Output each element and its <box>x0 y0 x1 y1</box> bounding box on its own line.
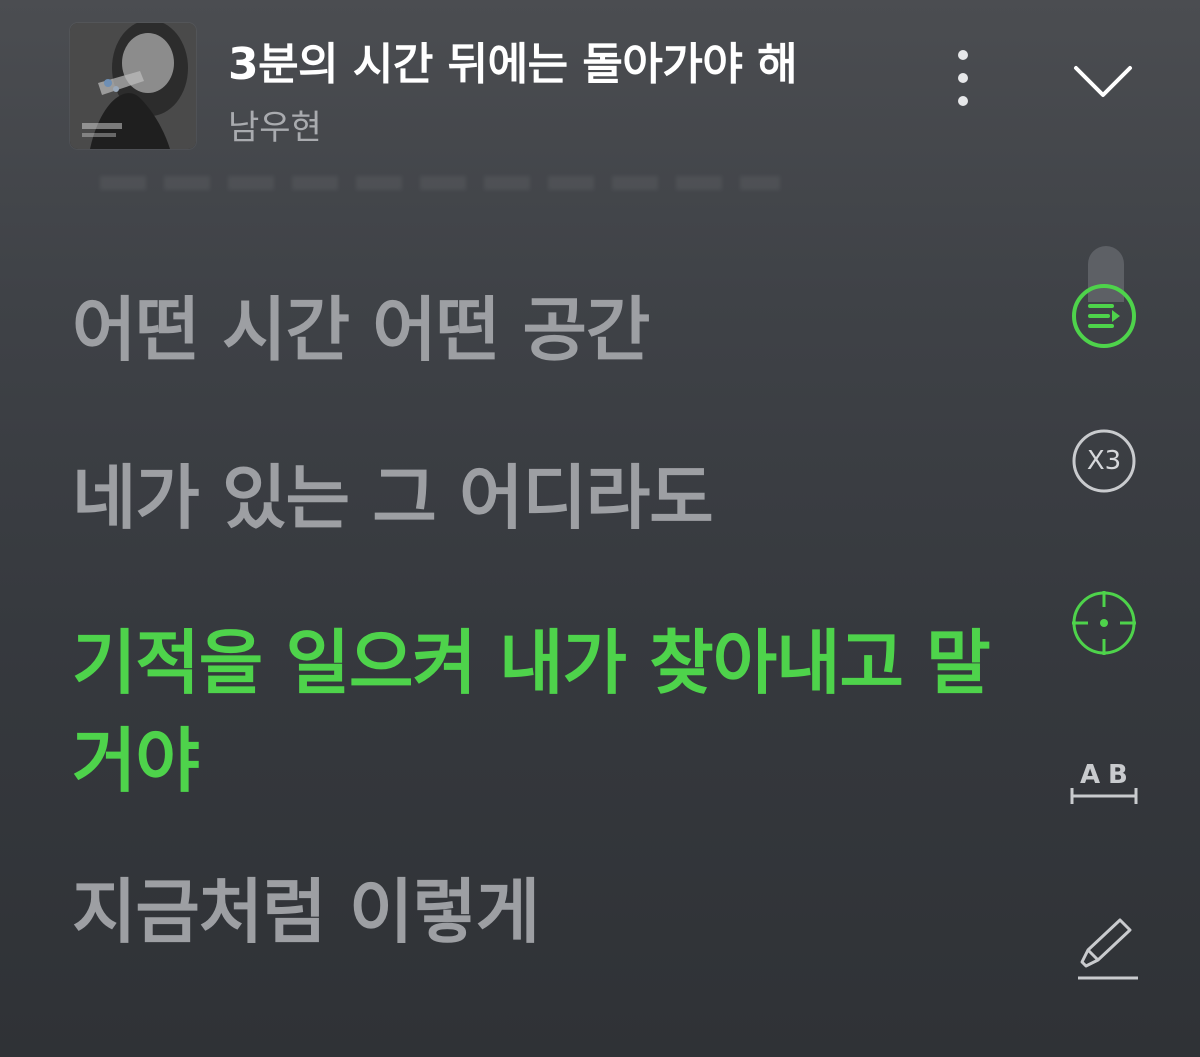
close-lyrics-button[interactable] <box>1068 50 1138 110</box>
album-art-image <box>70 23 196 149</box>
lyric-line[interactable]: 어떤 시간 어떤 공간 <box>72 284 992 376</box>
ab-repeat-icon <box>1070 788 1138 804</box>
album-art[interactable] <box>70 23 196 149</box>
lyrics-list: 어떤 시간 어떤 공간 네가 있는 그 어디라도 기적을 일으켜 내가 찾아내고… <box>72 284 992 958</box>
edit-lyrics-button[interactable] <box>1068 912 1140 984</box>
artist-name[interactable]: 남우현 <box>228 100 322 149</box>
playlist-button[interactable] <box>1068 280 1140 352</box>
lyric-line-active[interactable]: 기적을 일으켜 내가 찾아내고 말 거야 <box>72 614 992 810</box>
more-options-button[interactable] <box>940 45 986 111</box>
crosshair-icon <box>1072 591 1136 655</box>
playlist-play-icon <box>1072 284 1136 348</box>
previous-lyric-faded <box>100 176 780 190</box>
vertical-dots-icon <box>958 50 968 106</box>
ab-label-b: B <box>1108 760 1128 790</box>
lyric-line[interactable]: 네가 있는 그 어디라도 <box>72 452 992 544</box>
song-title: 3분의 시간 뒤에는 돌아가야 해 <box>228 39 798 90</box>
player-header: 3분의 시간 뒤에는 돌아가야 해 남우현 <box>0 0 1200 170</box>
speed-button[interactable]: X3 <box>1068 425 1140 497</box>
chevron-down-icon <box>1074 66 1132 97</box>
ab-label-a: A <box>1080 760 1101 790</box>
lyric-line[interactable]: 지금처럼 이렇게 <box>72 866 992 958</box>
focus-current-line-button[interactable] <box>1068 587 1140 659</box>
pen-icon <box>1078 918 1138 980</box>
ab-repeat-button[interactable]: A B <box>1066 758 1142 810</box>
speed-label: X3 <box>1086 446 1122 476</box>
